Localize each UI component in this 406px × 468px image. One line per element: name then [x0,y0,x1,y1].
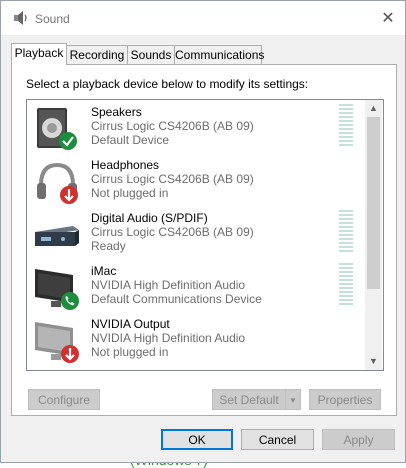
monitor-icon [35,322,79,363]
device-name: Speakers [91,105,142,119]
tab-recording[interactable]: Recording [66,45,128,64]
sound-dialog: Sound ✕ Playback Recording Sounds Commun… [0,0,406,463]
device-driver: Cirrus Logic CS4206B (AB 09) [91,172,254,186]
device-list[interactable]: Speakers Cirrus Logic CS4206B (AB 09) De… [26,99,384,371]
tab-sounds[interactable]: Sounds [127,45,175,64]
device-driver: Cirrus Logic CS4206B (AB 09) [91,225,254,239]
device-status: Not plugged in [91,345,169,359]
sound-app-icon [14,11,27,25]
device-name: Digital Audio (S/PDIF) [91,211,208,225]
instruction-text: Select a playback device below to modify… [26,77,309,91]
tab-communications[interactable]: Communications [174,45,264,64]
configure-button[interactable]: Configure [28,389,100,410]
properties-button[interactable]: Properties [309,389,381,410]
device-status: Default Device [91,133,170,147]
device-item-headphones[interactable]: Headphones Cirrus Logic CS4206B (AB 09) … [27,155,363,207]
scroll-up-button[interactable]: ▲ [365,100,382,117]
headphones-icon [37,162,78,204]
volume-meter [339,263,353,309]
dialog-button-bar: OK Cancel Apply [1,423,405,462]
speaker-icon [37,108,77,150]
device-name: NVIDIA Output [91,317,170,331]
volume-meter [339,104,353,150]
set-default-button[interactable]: Set Default [212,389,286,410]
phone-badge [61,292,79,310]
apply-button[interactable]: Apply [322,429,395,450]
device-item-speakers[interactable]: Speakers Cirrus Logic CS4206B (AB 09) De… [27,102,363,154]
close-button[interactable]: ✕ [373,7,403,31]
volume-meter [339,210,353,256]
title-bar[interactable]: Sound ✕ [1,1,405,35]
device-list-scrollbar[interactable]: ▲ ▼ [365,100,382,370]
device-name: iMac [91,264,117,278]
device-item-nvidia-output[interactable]: NVIDIA Output NVIDIA High Definition Aud… [27,314,363,366]
scroll-thumb[interactable] [367,117,380,289]
window-title: Sound [35,12,70,26]
device-driver: NVIDIA High Definition Audio [91,331,246,345]
device-item-digital-audio[interactable]: Digital Audio (S/PDIF) Cirrus Logic CS42… [27,208,363,260]
device-name: Headphones [91,158,160,172]
device-item-imac[interactable]: iMac NVIDIA High Definition Audio Defaul… [27,261,363,313]
digital-audio-icon [35,226,79,246]
dialog-content: Playback Recording Sounds Communications… [1,35,405,423]
device-driver: NVIDIA High Definition Audio [91,278,246,292]
scroll-down-button[interactable]: ▼ [365,353,382,370]
device-driver: Cirrus Logic CS4206B (AB 09) [91,119,254,133]
device-status: Ready [91,239,126,253]
monitor-icon [35,269,79,310]
check-badge [59,132,77,150]
ok-button[interactable]: OK [161,429,233,450]
cancel-button[interactable]: Cancel [241,429,314,450]
device-status: Not plugged in [91,186,169,200]
playback-panel: Select a playback device below to modify… [11,64,397,416]
set-default-dropdown[interactable]: ▼ [285,389,301,410]
device-status: Default Communications Device [91,292,262,306]
tab-playback[interactable]: Playback [11,43,67,65]
